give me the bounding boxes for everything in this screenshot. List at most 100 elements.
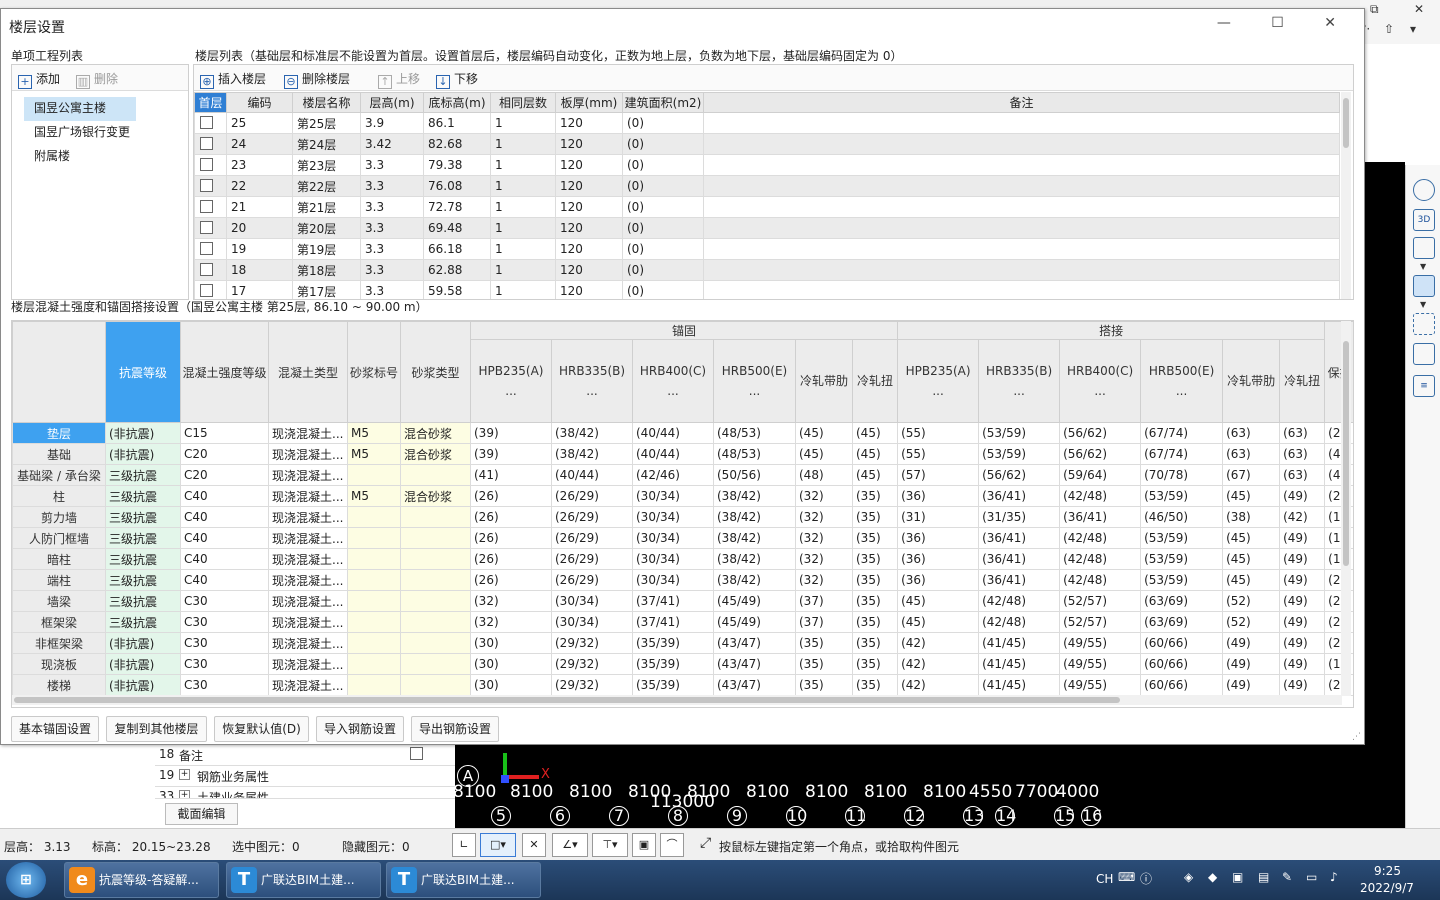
table-cell[interactable]: 三级抗震 bbox=[105, 485, 181, 507]
table-cell[interactable]: (56/62) bbox=[978, 464, 1061, 486]
table-cell[interactable]: (30) bbox=[470, 653, 552, 675]
table-cell[interactable]: C40 bbox=[180, 548, 269, 570]
table-cell[interactable]: (29/32) bbox=[551, 632, 633, 654]
table-cell[interactable]: (49/55) bbox=[1059, 632, 1142, 654]
table-cell[interactable]: (非抗震) bbox=[105, 674, 181, 696]
table-cell[interactable]: (49) bbox=[1279, 527, 1326, 549]
list-item[interactable]: 国昱广场银行变更 bbox=[24, 121, 188, 145]
table-cell[interactable]: 1 bbox=[490, 238, 556, 260]
table-cell[interactable]: 66.18 bbox=[423, 238, 491, 260]
table-cell[interactable]: (46/50) bbox=[1140, 506, 1224, 528]
table-cell[interactable]: (41/45) bbox=[978, 674, 1061, 696]
table-cell[interactable]: (50/56) bbox=[713, 464, 796, 486]
row-header[interactable]: 框架梁 bbox=[12, 611, 106, 633]
cross-select-icon[interactable]: ✕ bbox=[522, 833, 546, 857]
table-cell[interactable]: (67/74) bbox=[1140, 443, 1224, 465]
table-cell[interactable]: (67) bbox=[1222, 464, 1281, 486]
box-icon[interactable] bbox=[1413, 343, 1435, 365]
column-header[interactable]: HRB500(E) ... bbox=[1140, 339, 1224, 423]
table-cell[interactable]: (49) bbox=[1279, 632, 1326, 654]
table-row[interactable]: 非框架梁 (非抗震) C30 现浇混凝土... (30) (29/32) (35/39) (4… bbox=[12, 632, 1353, 654]
table-cell[interactable]: 20 bbox=[226, 217, 293, 239]
table-cell[interactable]: 1 bbox=[490, 154, 556, 176]
security-icon[interactable]: ◆ bbox=[1208, 870, 1217, 884]
table-cell[interactable]: (60/66) bbox=[1140, 674, 1224, 696]
table-cell[interactable]: (35/39) bbox=[632, 674, 714, 696]
column-header[interactable]: 冷轧扭 bbox=[851, 339, 899, 423]
table-cell[interactable]: (31/35) bbox=[978, 506, 1061, 528]
table-cell[interactable]: (45) bbox=[897, 590, 980, 612]
remark-cell[interactable] bbox=[703, 112, 1340, 134]
table-cell[interactable]: 现浇混凝土... bbox=[268, 569, 348, 591]
table-cell[interactable]: (30/34) bbox=[551, 611, 633, 633]
table-cell[interactable]: (42) bbox=[1279, 506, 1326, 528]
table-cell[interactable]: (45) bbox=[795, 443, 853, 465]
table-cell[interactable]: (42) bbox=[897, 674, 980, 696]
checkbox[interactable] bbox=[200, 284, 213, 297]
table-cell[interactable]: (30/34) bbox=[632, 485, 714, 507]
checkbox[interactable] bbox=[200, 158, 213, 171]
table-cell[interactable]: 120 bbox=[555, 259, 623, 281]
table-cell[interactable]: (35) bbox=[795, 632, 853, 654]
table-cell[interactable]: (32) bbox=[795, 506, 853, 528]
table-cell[interactable]: (49) bbox=[1279, 674, 1326, 696]
table-cell[interactable]: (63) bbox=[1279, 422, 1326, 444]
row-header[interactable]: 剪力墙 bbox=[12, 506, 106, 528]
table-cell[interactable]: 三级抗震 bbox=[105, 548, 181, 570]
table-cell[interactable]: (0) bbox=[622, 238, 704, 260]
table-row[interactable]: 23 第23层 3.3 79.38 1 120 (0) bbox=[194, 154, 1340, 176]
table-cell[interactable]: (60/66) bbox=[1140, 653, 1224, 675]
table-cell[interactable]: (29/32) bbox=[551, 674, 633, 696]
table-cell[interactable]: C40 bbox=[180, 485, 269, 507]
table-cell[interactable]: C30 bbox=[180, 590, 269, 612]
column-header[interactable]: HPB235(A) ... bbox=[470, 339, 552, 423]
table-cell[interactable]: 现浇混凝土... bbox=[268, 653, 348, 675]
table-cell[interactable]: (57) bbox=[897, 464, 980, 486]
first-floor-cell[interactable] bbox=[194, 154, 227, 176]
table-cell[interactable] bbox=[400, 611, 471, 633]
table-cell[interactable] bbox=[347, 506, 401, 528]
insert-floor-button[interactable]: ⊕ 插入楼层 bbox=[200, 70, 266, 89]
column-header[interactable]: 冷轧带肋 bbox=[795, 339, 853, 423]
delete-button[interactable]: ▥ 删除 bbox=[76, 70, 118, 89]
table-cell[interactable]: (48/53) bbox=[713, 443, 796, 465]
scroll-thumb[interactable] bbox=[1343, 341, 1349, 566]
table-cell[interactable]: (53/59) bbox=[1140, 485, 1224, 507]
table-cell[interactable]: C30 bbox=[180, 674, 269, 696]
table-cell[interactable]: (38/42) bbox=[713, 506, 796, 528]
table-cell[interactable]: (35) bbox=[851, 506, 899, 528]
table-cell[interactable]: 现浇混凝土... bbox=[268, 527, 348, 549]
orbit-icon[interactable] bbox=[1413, 179, 1435, 201]
table-cell[interactable]: 1 bbox=[490, 175, 556, 197]
table-cell[interactable]: (37) bbox=[795, 590, 853, 612]
checkbox[interactable] bbox=[200, 263, 213, 276]
table-cell[interactable]: (45) bbox=[1222, 548, 1281, 570]
table-cell[interactable]: (36) bbox=[897, 548, 980, 570]
table-cell[interactable]: (49) bbox=[1279, 548, 1326, 570]
first-floor-cell[interactable] bbox=[194, 175, 227, 197]
remark-cell[interactable] bbox=[703, 154, 1340, 176]
table-row[interactable]: 现浇板 (非抗震) C30 现浇混凝土... (30) (29/32) (35/39) (43… bbox=[12, 653, 1353, 675]
table-cell[interactable]: (26) bbox=[470, 548, 552, 570]
floor-vertical-scrollbar[interactable] bbox=[1341, 92, 1351, 299]
table-cell[interactable]: (30) bbox=[470, 674, 552, 696]
table-cell[interactable]: (45) bbox=[795, 422, 853, 444]
table-cell[interactable]: 23 bbox=[226, 154, 293, 176]
table-row[interactable]: 24 第24层 3.42 82.68 1 120 (0) bbox=[194, 133, 1340, 155]
expand-icon[interactable]: + bbox=[179, 790, 190, 798]
column-header[interactable]: 楼层名称 bbox=[292, 92, 361, 113]
select-rect-icon[interactable]: □▾ bbox=[480, 833, 516, 857]
table-cell[interactable]: (52) bbox=[1222, 590, 1281, 612]
snap-icon[interactable]: ⊤▾ bbox=[592, 833, 628, 857]
first-floor-cell[interactable] bbox=[194, 133, 227, 155]
column-header[interactable]: 首层 bbox=[194, 92, 227, 113]
table-cell[interactable]: (48) bbox=[795, 464, 853, 486]
table-row[interactable]: 基础 (非抗震) C20 现浇混凝土... M5 混合砂浆 (39) (38/42) (40/4… bbox=[12, 443, 1353, 465]
ortho-icon[interactable]: ∟ bbox=[452, 833, 476, 857]
table-row[interactable]: 框架梁 三级抗震 C30 现浇混凝土... (32) (30/34) (37/41) (45/… bbox=[12, 611, 1353, 633]
table-cell[interactable]: 18 bbox=[226, 259, 293, 281]
table-cell[interactable]: (56/62) bbox=[1059, 422, 1142, 444]
table-cell[interactable]: (35) bbox=[851, 653, 899, 675]
table-cell[interactable]: (70/78) bbox=[1140, 464, 1224, 486]
help-tray-icon[interactable]: ⓘ bbox=[1140, 870, 1152, 887]
